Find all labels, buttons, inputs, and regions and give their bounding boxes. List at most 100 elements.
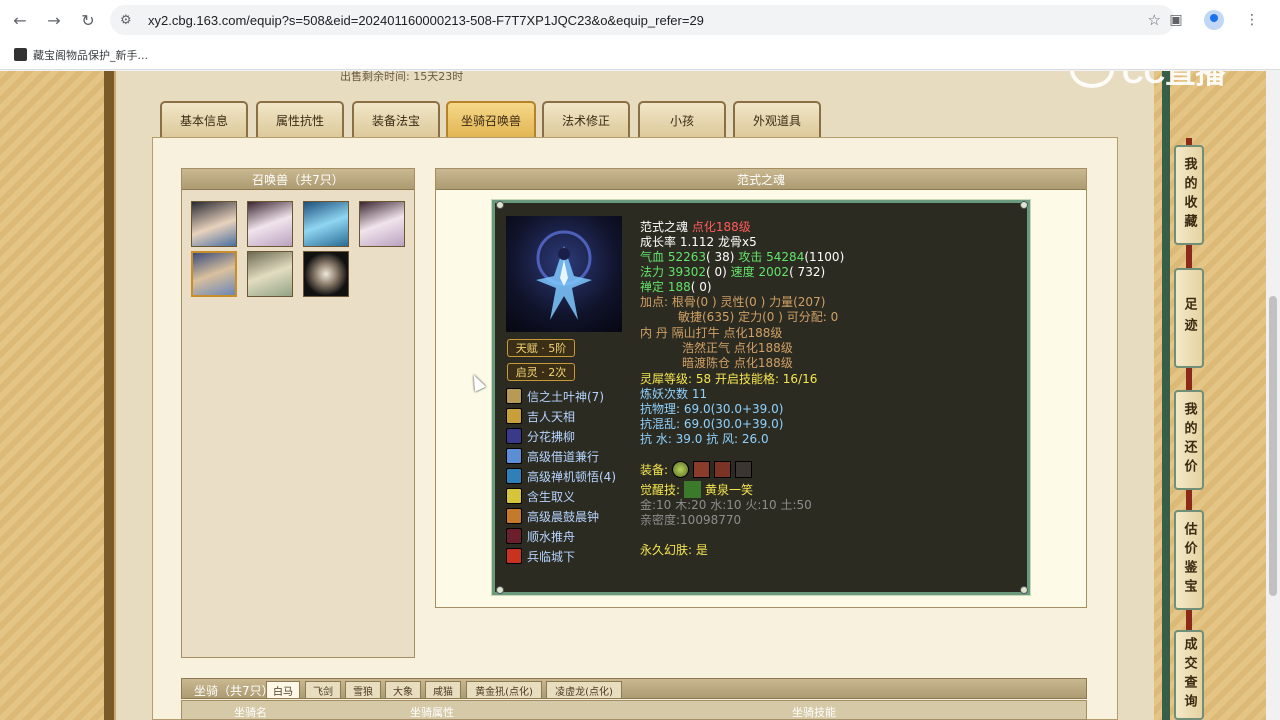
profile-avatar[interactable] xyxy=(1202,8,1226,32)
pet-thumb-5-selected[interactable] xyxy=(191,251,237,297)
bookmark-favicon-icon xyxy=(14,48,27,61)
pet-rank: 点化188级 xyxy=(691,220,751,234)
pet-thumb-1[interactable] xyxy=(191,201,237,247)
tab-attributes[interactable]: 属性抗性 xyxy=(256,101,344,137)
equip-collar-icon[interactable] xyxy=(714,461,732,478)
skill-item[interactable]: 兵临城下 xyxy=(506,547,575,565)
pet-name: 范式之魂 xyxy=(640,220,689,234)
skill-icon xyxy=(506,388,522,404)
awaken-skill-icon[interactable] xyxy=(684,481,702,498)
mount-tab-2[interactable]: 飞剑 xyxy=(305,681,341,699)
awaken-skill: 黄泉一笑 xyxy=(705,483,754,497)
deal-query-button[interactable]: 成交查询 xyxy=(1174,630,1204,720)
pet-thumb-7[interactable] xyxy=(303,251,349,297)
my-offer-button[interactable]: 我的还价 xyxy=(1174,390,1204,490)
sale-remaining-time: 出售剩余时间: 15天23时 xyxy=(340,71,464,83)
equip-slot-icon[interactable] xyxy=(735,461,753,478)
cc-live-watermark: CC直播 xyxy=(1070,71,1240,90)
mount-tab-7[interactable]: 凌虚龙(点化) xyxy=(546,681,622,699)
card-corner xyxy=(496,586,504,594)
bookmark-star-icon[interactable]: ☆ xyxy=(1148,11,1161,29)
pet-portrait-art xyxy=(536,230,592,320)
card-corner xyxy=(1020,201,1028,209)
bookmark-item[interactable]: 藏宝阁物品保护_新手... xyxy=(14,47,148,63)
footprint-button[interactable]: 足迹 xyxy=(1174,268,1204,368)
pet-thumb-2[interactable] xyxy=(247,201,293,247)
five-elements: 金:10 木:20 水:10 火:10 土:50 xyxy=(640,498,812,512)
skill-item[interactable]: 高级禅机顿悟(4) xyxy=(506,467,616,485)
tab-mounts-pets[interactable]: 坐骑召唤兽 xyxy=(446,101,536,137)
pet-thumb-6[interactable] xyxy=(247,251,293,297)
pet-thumb-4[interactable] xyxy=(359,201,405,247)
skill-icon xyxy=(506,548,522,564)
equipment-row: 装备: xyxy=(640,461,753,478)
awaken-row: 觉醒技: 黄泉一笑 xyxy=(640,481,753,498)
equip-ring-icon[interactable] xyxy=(672,461,690,478)
inner-dan-3: 暗渡陈仓 点化188级 xyxy=(682,356,793,370)
address-bar[interactable]: ⚙ xy2.cbg.163.com/equip?s=508&eid=202401… xyxy=(110,5,1175,35)
tab-appearance[interactable]: 外观道具 xyxy=(733,101,821,137)
pet-growth: 成长率 1.112 龙骨x5 xyxy=(640,235,757,249)
skill-icon xyxy=(506,488,522,504)
skill-item[interactable]: 信之土叶神(7) xyxy=(506,387,604,405)
mount-table-header: 坐骑名 坐骑属性 坐骑技能 xyxy=(181,700,1087,720)
tab-equipment[interactable]: 装备法宝 xyxy=(352,101,440,137)
skill-item[interactable]: 分花拂柳 xyxy=(506,427,575,445)
hp-atk-row: 气血 52263( 38) 攻击 54284(1100) xyxy=(640,250,845,264)
skill-icon xyxy=(506,448,522,464)
back-icon[interactable]: ← xyxy=(6,6,34,34)
watermark-text: CC直播 xyxy=(1122,71,1226,90)
bookmarks-bar: 藏宝阁物品保护_新手... xyxy=(0,40,1280,70)
mount-tab-5[interactable]: 咸猫 xyxy=(425,681,461,699)
skill-icon xyxy=(506,468,522,484)
mount-tab-3[interactable]: 雪狼 xyxy=(345,681,381,699)
mount-title: 坐骑（共7只） xyxy=(194,684,274,698)
resist-physical: 抗物理: 69.0(30.0+39.0) xyxy=(640,402,784,416)
my-favorites-label: 我的收藏 xyxy=(1181,157,1197,233)
side-panel-icon[interactable]: ▣ xyxy=(1164,8,1188,32)
reload-icon[interactable]: ↻ xyxy=(74,6,102,34)
equipment-label: 装备: xyxy=(640,463,669,477)
resist-chaos: 抗混乱: 69.0(30.0+39.0) xyxy=(640,417,784,431)
mp-spd-row: 法力 39302( 0) 速度 2002( 732) xyxy=(640,265,826,279)
zen-row: 禅定 188( 0) xyxy=(640,280,712,294)
points-row-2: 敏捷(635) 定力(0 ) 可分配: 0 xyxy=(678,310,839,324)
talent-badge: 天赋 · 5阶 xyxy=(507,339,575,357)
pet-name-row: 范式之魂 点化188级 xyxy=(640,220,751,235)
url-text[interactable]: xy2.cbg.163.com/equip?s=508&eid=20240116… xyxy=(148,13,704,28)
skill-item[interactable]: 顺水推舟 xyxy=(506,527,575,545)
inner-dan-2: 浩然正气 点化188级 xyxy=(682,341,793,355)
pet-thumb-3[interactable] xyxy=(303,201,349,247)
forward-icon[interactable]: → xyxy=(40,6,68,34)
my-favorites-button[interactable]: 我的收藏 xyxy=(1174,145,1204,245)
skill-item[interactable]: 高级借道兼行 xyxy=(506,447,599,465)
browser-toolbar: ← → ↻ ⚙ xy2.cbg.163.com/equip?s=508&eid=… xyxy=(0,0,1280,40)
resist-elements: 抗 水: 39.0 抗 风: 26.0 xyxy=(640,432,769,446)
page-content: 出售剩余时间: 15天23时 基本信息 属性抗性 装备法宝 坐骑召唤兽 法术修正… xyxy=(0,71,1280,720)
skill-icon xyxy=(506,508,522,524)
tab-basic-info[interactable]: 基本信息 xyxy=(160,101,248,137)
tab-child[interactable]: 小孩 xyxy=(638,101,726,137)
skill-item[interactable]: 吉人天相 xyxy=(506,407,575,425)
inner-dan-row: 内 丹 隔山打牛 点化188级 xyxy=(640,326,783,340)
bookmark-label[interactable]: 藏宝阁物品保护_新手... xyxy=(33,47,148,63)
my-offer-label: 我的还价 xyxy=(1181,402,1197,478)
skill-item[interactable]: 含生取义 xyxy=(506,487,575,505)
skill-icon xyxy=(506,528,522,544)
skill-item[interactable]: 高级晨鼓晨钟 xyxy=(506,507,599,525)
points-row-1: 加点: 根骨(0 ) 灵性(0 ) 力量(207) xyxy=(640,295,826,309)
column-mount-skills: 坐骑技能 xyxy=(792,706,836,719)
appraisal-button[interactable]: 估价鉴宝 xyxy=(1174,510,1204,610)
equip-armor-icon[interactable] xyxy=(693,461,711,478)
pet-portrait xyxy=(506,216,622,332)
pet-list-title: 召唤兽（共7只） xyxy=(182,169,414,190)
menu-icon[interactable]: ⋮ xyxy=(1240,8,1264,32)
site-settings-icon[interactable]: ⚙ xyxy=(120,13,142,28)
card-corner xyxy=(1020,586,1028,594)
mount-tab-4[interactable]: 大象 xyxy=(385,681,421,699)
mount-tab-6[interactable]: 黄金犼(点化) xyxy=(466,681,542,699)
mount-tab-1[interactable]: 白马 xyxy=(266,681,300,699)
column-mount-name: 坐骑名 xyxy=(234,706,267,719)
tab-spell-correction[interactable]: 法术修正 xyxy=(542,101,630,137)
spirit-level: 灵犀等级: 58 开启技能格: 16/16 xyxy=(640,372,818,386)
